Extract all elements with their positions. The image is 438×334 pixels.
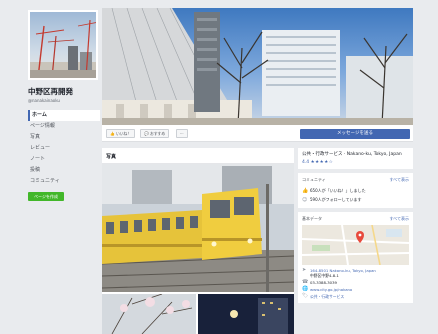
tag-icon: 🏷 [302,293,309,299]
nav-item-about[interactable]: ページ情報 [28,121,100,132]
thumbs-up-icon: 👍 [110,131,115,136]
location-map[interactable] [302,225,409,265]
train-illustration [102,164,294,292]
photos-section: 写真 [102,148,294,334]
cover-photo[interactable] [102,8,413,125]
likes-row: 👍 650人が「いいね！」しました [302,187,366,194]
basic-info-see-all-link[interactable]: すべて表示 [389,216,409,222]
profile-picture[interactable] [28,10,98,80]
photos-title[interactable]: 写真 [102,148,294,164]
nav-item-photos[interactable]: 写真 [28,132,100,143]
community-card: コミュニティ すべて表示 👍 650人が「いいね！」しました ☺ 590人がフォ… [298,173,413,208]
right-column: 公共・行政サービス · Nakano-ku, Tokyo, Japan 4.4 … [298,148,413,307]
rating[interactable]: 4.4 ★★★★☆ [302,160,409,165]
photo-night[interactable] [198,294,294,334]
website-link: www.city.go.jp/nakano [310,287,353,292]
phone-row[interactable]: ☎ 03-3388-3039 [302,279,409,286]
nav-item-reviews[interactable]: レビュー [28,143,100,154]
rating-value: 4.4 [302,160,310,165]
community-see-all-link[interactable]: すべて表示 [389,177,409,183]
facebook-page: 中野区再開発 @nanakainaoku ホーム ページ情報 写真 レビュー ノ… [0,0,438,334]
followers-icon: ☺ [302,196,308,203]
like-button[interactable]: 👍 いいね！ [106,129,136,138]
website-row[interactable]: 🌐 www.city.go.jp/nakano [302,286,409,293]
address-line-2: 中野区中野4-8-1 [310,273,339,278]
phone-number: 03-3388-3039 [310,280,337,285]
create-page-button[interactable]: ページを作成 [28,192,64,201]
photo-sakura[interactable] [102,294,196,334]
nav-item-notes[interactable]: ノート [28,154,100,165]
crane-illustration [30,19,96,78]
globe-icon: 🌐 [302,286,309,292]
follows-row: ☺ 590人がフォローしています [302,196,362,203]
sakura-illustration [102,294,196,334]
nav-item-posts[interactable]: 投稿 [28,165,100,176]
cover-illustration [102,8,413,125]
speech-bubble-icon: 💬 [144,131,149,136]
community-title: コミュニティ [302,177,326,182]
left-column: 中野区再開発 @nanakainaoku ホーム ページ情報 写真 レビュー ノ… [28,10,100,201]
page-action-bar: 👍 いいね！ 💬 おすすめ ··· メッセージを送る [102,125,413,142]
recommend-button[interactable]: 💬 おすすめ [140,129,170,138]
thumbs-up-icon: 👍 [302,187,309,194]
page-handle: @nanakainaoku [28,98,60,103]
nav-item-home[interactable]: ホーム [28,110,100,121]
about-card: 公共・行政サービス · Nakano-ku, Tokyo, Japan 4.4 … [298,148,413,169]
location-arrow-icon: ➤ [302,267,307,273]
photo-train[interactable] [102,164,294,292]
basic-info-title: 基本データ [302,216,322,221]
map-illustration [302,225,409,265]
category-link: 公共・行政サービス [310,294,345,299]
nav-item-community[interactable]: コミュニティ [28,176,100,187]
page-category[interactable]: 公共・行政サービス · Nakano-ku, Tokyo, Japan [302,152,409,158]
category-row[interactable]: 🏷 公共・行政サービス [302,293,409,300]
night-illustration [198,294,294,334]
address-row[interactable]: ➤ 164-8501 Nakano-ku, Tokyo, Japan 中野区中野… [302,267,409,279]
phone-icon: ☎ [302,279,309,285]
rating-stars-icon: ★★★★☆ [310,160,334,165]
send-message-button[interactable]: メッセージを送る [300,129,410,139]
basic-info-card: 基本データ すべて表示 ➤ 164-8501 Nakano-ku, Tokyo,… [298,212,413,303]
page-nav: ホーム ページ情報 写真 レビュー ノート 投稿 コミュニティ [28,110,100,187]
more-button[interactable]: ··· [176,129,188,138]
page-title: 中野区再開発 [28,87,73,96]
